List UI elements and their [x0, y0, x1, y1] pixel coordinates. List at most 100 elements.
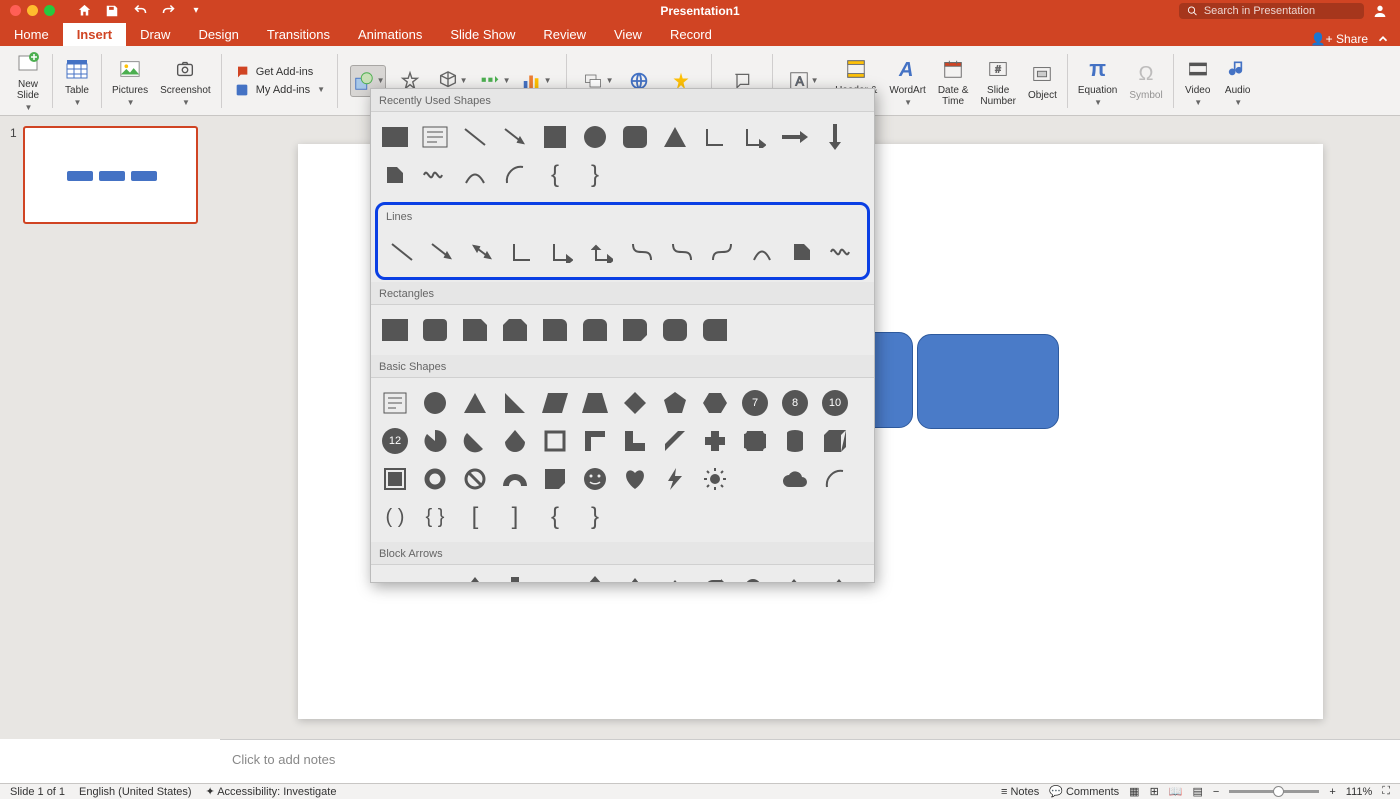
undo-icon[interactable] [131, 2, 149, 20]
basic-7[interactable]: 7 [735, 384, 775, 422]
screenshot-button[interactable]: Screenshot▼ [154, 55, 217, 107]
basic-cross[interactable] [695, 422, 735, 460]
basic-rbrace[interactable]: } [575, 498, 615, 536]
rect-8[interactable] [655, 311, 695, 349]
arrow-tri[interactable] [655, 571, 695, 583]
tab-home[interactable]: Home [0, 23, 63, 46]
shape-line[interactable] [455, 118, 495, 156]
qat-dropdown-icon[interactable]: ▾ [187, 2, 205, 20]
basic-heart[interactable] [615, 460, 655, 498]
basic-bracket-pair[interactable]: ( ) [375, 498, 415, 536]
basic-parallel[interactable] [535, 384, 575, 422]
basic-triangle[interactable] [455, 384, 495, 422]
minimize-window[interactable] [27, 5, 38, 16]
shape-textbox[interactable] [415, 118, 455, 156]
line-curve[interactable] [742, 233, 782, 271]
basic-nosign[interactable] [455, 460, 495, 498]
home-icon[interactable] [75, 2, 93, 20]
slide-thumbnail-1[interactable] [23, 126, 198, 224]
tab-slideshow[interactable]: Slide Show [436, 23, 529, 46]
basic-trapezoid[interactable] [575, 384, 615, 422]
audio-button[interactable]: Audio▼ [1218, 55, 1258, 107]
line-curved-double[interactable] [702, 233, 742, 271]
shape-scribble[interactable] [415, 156, 455, 194]
notes-pane[interactable]: Click to add notes [220, 739, 1400, 783]
view-slideshow-icon[interactable]: ▤ [1193, 785, 1203, 798]
tab-transitions[interactable]: Transitions [253, 23, 344, 46]
arrow-leftright[interactable] [535, 571, 575, 583]
status-slide[interactable]: Slide 1 of 1 [10, 786, 65, 798]
view-reading-icon[interactable]: 📖 [1169, 785, 1183, 798]
arrow-uturn[interactable] [735, 571, 775, 583]
rect-9[interactable] [695, 311, 735, 349]
equation-button[interactable]: π Equation▼ [1072, 55, 1123, 107]
rect-2[interactable] [415, 311, 455, 349]
basic-diagstripe[interactable] [655, 422, 695, 460]
slide-shape-2[interactable] [917, 334, 1059, 429]
shape-oval[interactable] [575, 118, 615, 156]
basic-plaque[interactable] [735, 422, 775, 460]
basic-textbox[interactable] [375, 384, 415, 422]
rect-7[interactable] [615, 311, 655, 349]
arrow-up[interactable] [455, 571, 495, 583]
line-curved-arrow[interactable] [662, 233, 702, 271]
fit-to-window-icon[interactable]: ⛶ [1382, 785, 1390, 798]
line-elbow-double[interactable] [582, 233, 622, 271]
basic-rbracket[interactable]: ] [495, 498, 535, 536]
shape-triangle[interactable] [655, 118, 695, 156]
basic-sun[interactable] [695, 460, 735, 498]
basic-lbrace[interactable]: { [535, 498, 575, 536]
basic-12[interactable]: 12 [375, 422, 415, 460]
arrow-quad[interactable] [615, 571, 655, 583]
zoom-in[interactable]: + [1329, 786, 1335, 798]
basic-8[interactable]: 8 [775, 384, 815, 422]
arrow-right[interactable] [375, 571, 415, 583]
zoom-level[interactable]: 111% [1346, 786, 1373, 798]
basic-foldedcorner[interactable] [535, 460, 575, 498]
tab-design[interactable]: Design [184, 23, 252, 46]
basic-donut[interactable] [415, 460, 455, 498]
zoom-out[interactable]: − [1213, 786, 1219, 798]
tab-insert[interactable]: Insert [63, 23, 126, 46]
slide-number-button[interactable]: # Slide Number [974, 55, 1022, 107]
arrow-bentup[interactable] [815, 571, 855, 583]
arrow-leftup[interactable] [775, 571, 815, 583]
basic-cloud[interactable] [775, 460, 815, 498]
symbol-button[interactable]: Ω Symbol [1123, 60, 1168, 101]
basic-rtriangle[interactable] [495, 384, 535, 422]
tab-record[interactable]: Record [656, 23, 726, 46]
basic-cube[interactable] [815, 422, 855, 460]
line-elbow-arrow[interactable] [542, 233, 582, 271]
basic-halfframe[interactable] [575, 422, 615, 460]
basic-hexagon[interactable] [695, 384, 735, 422]
shape-freeform[interactable] [375, 156, 415, 194]
basic-arc2[interactable] [815, 460, 855, 498]
shape-line-arrow[interactable] [495, 118, 535, 156]
new-slide-button[interactable]: New Slide▼ [8, 49, 48, 112]
basic-moon[interactable] [735, 460, 775, 498]
rect-5[interactable] [535, 311, 575, 349]
line-double-arrow[interactable] [462, 233, 502, 271]
pictures-button[interactable]: Pictures▼ [106, 55, 154, 107]
arrow-left[interactable] [415, 571, 455, 583]
line-freeform[interactable] [782, 233, 822, 271]
status-language[interactable]: English (United States) [79, 786, 192, 798]
basic-diamond[interactable] [615, 384, 655, 422]
search-input[interactable] [1204, 5, 1356, 17]
status-accessibility[interactable]: ✦ Accessibility: Investigate [206, 785, 337, 798]
close-window[interactable] [10, 5, 21, 16]
tab-view[interactable]: View [600, 23, 656, 46]
redo-icon[interactable] [159, 2, 177, 20]
basic-lightning[interactable] [655, 460, 695, 498]
basic-pentagon[interactable] [655, 384, 695, 422]
basic-bevel[interactable] [375, 460, 415, 498]
basic-10[interactable]: 10 [815, 384, 855, 422]
status-notes[interactable]: ≡ Notes [1001, 786, 1039, 798]
basic-lshape[interactable] [615, 422, 655, 460]
status-comments[interactable]: 💬 Comments [1049, 785, 1119, 798]
user-icon[interactable] [1372, 3, 1392, 19]
rect-6[interactable] [575, 311, 615, 349]
basic-pie[interactable] [415, 422, 455, 460]
basic-lbracket[interactable]: [ [455, 498, 495, 536]
rect-1[interactable] [375, 311, 415, 349]
